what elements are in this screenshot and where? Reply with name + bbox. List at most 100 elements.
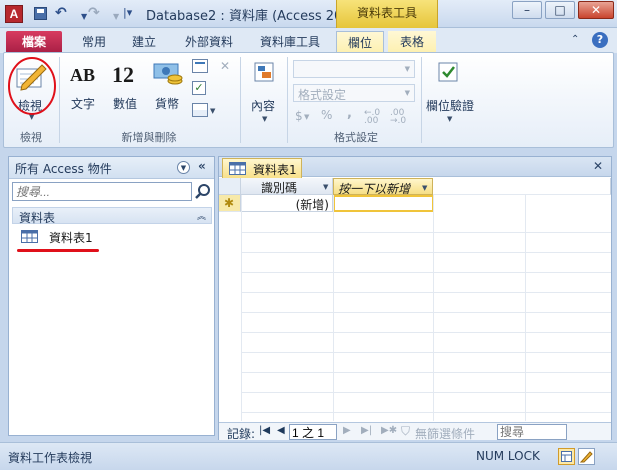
format-placeholder: 格式設定 xyxy=(298,88,347,102)
gridline xyxy=(241,372,611,373)
column-dropdown-icon[interactable]: ▼ xyxy=(323,183,328,191)
collapse-category-icon[interactable]: ︽ xyxy=(197,209,206,222)
column-header-add-new[interactable]: 按一下以新增 ▼ xyxy=(333,178,433,196)
annotation-underline xyxy=(17,249,99,252)
filter-status[interactable]: 無篩選條件 xyxy=(415,425,475,442)
redo-icon[interactable]: ↷ xyxy=(88,5,104,23)
ribbon-tabs: 檔案 常用 建立 外部資料 資料庫工具 欄位 表格 ⌃ ? xyxy=(0,28,617,53)
nav-pane-header[interactable]: 所有 Access 物件 ▼ « xyxy=(9,157,214,179)
more-fields-icon[interactable] xyxy=(192,103,208,117)
delete-field-icon[interactable]: ✕ xyxy=(220,59,230,73)
help-icon[interactable]: ? xyxy=(592,32,608,48)
field-validation-dropdown-icon: ▼ xyxy=(447,115,453,123)
tab-external-data[interactable]: 外部資料 xyxy=(176,31,242,53)
properties-dropdown-icon: ▼ xyxy=(262,115,268,123)
numlock-indicator: NUM LOCK xyxy=(476,449,540,463)
field-validation-icon xyxy=(438,62,458,82)
properties-label: 內容 xyxy=(251,99,276,113)
currency-format-dropdown-icon[interactable]: ▼ xyxy=(304,113,309,121)
nav-item-table1[interactable]: 資料表1 xyxy=(19,228,139,246)
table-icon xyxy=(229,162,246,175)
minimize-ribbon-icon[interactable]: ⌃ xyxy=(571,34,579,45)
cell-id-new[interactable]: (新增) xyxy=(241,195,333,212)
last-record-icon[interactable]: ▶| xyxy=(361,425,372,436)
filter-icon[interactable]: ⛉ xyxy=(401,424,410,439)
minimize-button[interactable]: – xyxy=(512,1,542,19)
maximize-button[interactable]: □ xyxy=(545,1,575,19)
text-field-label: 文字 xyxy=(71,97,96,111)
gridline xyxy=(241,252,611,253)
previous-record-icon[interactable]: ◀ xyxy=(277,425,285,436)
nav-item-label: 資料表1 xyxy=(49,231,93,245)
next-record-icon[interactable]: ▶ xyxy=(343,425,351,436)
record-label: 記錄: xyxy=(227,427,256,441)
search-icon[interactable] xyxy=(194,182,212,201)
more-fields-dropdown-icon[interactable]: ▼ xyxy=(210,107,215,115)
gridline xyxy=(525,195,526,421)
close-button[interactable]: ✕ xyxy=(578,1,614,19)
yes-no-field-icon[interactable]: ✓ xyxy=(192,81,206,95)
gridline xyxy=(241,312,611,313)
nav-pane-menu-icon[interactable]: ▼ xyxy=(177,161,190,174)
annotation-circle xyxy=(8,57,56,115)
column-dropdown-icon[interactable]: ▼ xyxy=(422,184,427,192)
column-header-id[interactable]: 識別碼 ▼ xyxy=(241,178,333,195)
properties-button[interactable]: 內容 ▼ xyxy=(248,59,282,123)
increase-decimals-icon[interactable]: ←.0.00 xyxy=(364,109,380,126)
access-app-icon[interactable]: A xyxy=(5,5,23,23)
undo-dropdown-icon[interactable]: ▼ xyxy=(81,12,87,21)
gridline xyxy=(241,272,611,273)
tab-table[interactable]: 表格 xyxy=(388,31,436,53)
tab-fields[interactable]: 欄位 xyxy=(336,31,384,53)
current-record-input[interactable] xyxy=(289,424,337,440)
format-dropdown-icon: ▼ xyxy=(404,89,410,97)
tab-file[interactable]: 檔案 xyxy=(6,31,62,53)
first-record-icon[interactable]: |◀ xyxy=(259,425,270,436)
datasheet-grid[interactable]: 識別碼 ▼ 按一下以新增 ▼ ✱ (新增) xyxy=(219,178,611,421)
save-icon[interactable] xyxy=(32,5,48,23)
comma-style-icon[interactable]: , xyxy=(347,106,352,121)
currency-icon xyxy=(153,63,183,85)
cell-add-new-active[interactable] xyxy=(333,195,434,212)
formatting-group-label: 格式設定 xyxy=(334,131,378,144)
gridline xyxy=(333,195,334,421)
format-select[interactable]: 格式設定 ▼ xyxy=(293,84,415,102)
decrease-decimals-icon[interactable]: .00 →.0 xyxy=(390,109,406,126)
tab-database-tools[interactable]: 資料庫工具 xyxy=(252,31,328,53)
nav-search-input[interactable] xyxy=(12,182,192,201)
number-field-button[interactable]: 12 數值 xyxy=(106,59,144,121)
undo-icon[interactable]: ↶ xyxy=(55,5,71,23)
gridline xyxy=(241,412,611,413)
customize-qat-icon[interactable]: |▾ xyxy=(123,6,132,19)
currency-format-icon[interactable]: $ xyxy=(295,109,303,123)
design-view-icon[interactable] xyxy=(578,448,595,465)
row-selector[interactable]: ✱ xyxy=(219,195,241,212)
status-bar: 資料工作表檢視 NUM LOCK xyxy=(0,442,617,470)
document-tab-label: 資料表1 xyxy=(253,163,297,177)
new-record-icon[interactable]: ▶✱ xyxy=(381,425,397,436)
currency-field-button[interactable]: 貨幣 xyxy=(148,59,188,121)
group-separator xyxy=(287,57,288,143)
close-document-icon[interactable]: ✕ xyxy=(593,159,603,173)
datasheet-view-icon[interactable] xyxy=(558,448,575,465)
navigation-pane: 所有 Access 物件 ▼ « 資料表 ︽ 資料表1 xyxy=(8,156,215,436)
percent-icon[interactable]: % xyxy=(321,108,332,122)
cell-value: (新增) xyxy=(295,198,329,212)
table-icon xyxy=(21,230,38,243)
record-search-input[interactable] xyxy=(497,424,567,440)
tab-home[interactable]: 常用 xyxy=(74,31,114,53)
data-type-select[interactable]: ▼ xyxy=(293,60,415,78)
data-type-dropdown-icon: ▼ xyxy=(404,65,410,73)
shutter-bar-collapse-icon[interactable]: « xyxy=(198,159,206,173)
select-all-corner[interactable] xyxy=(219,178,241,195)
redo-dropdown-icon[interactable]: ▼ xyxy=(113,12,119,21)
field-validation-button[interactable]: 欄位驗證 ▼ xyxy=(424,59,476,123)
document-tab-table1[interactable]: 資料表1 xyxy=(222,158,302,178)
text-field-button[interactable]: AB 文字 xyxy=(64,59,102,121)
tab-create[interactable]: 建立 xyxy=(124,31,164,53)
more-fields-date-icon[interactable] xyxy=(192,59,208,73)
nav-category-tables[interactable]: 資料表 ︽ xyxy=(12,207,212,225)
nav-pane-title: 所有 Access 物件 xyxy=(15,162,112,176)
group-separator xyxy=(59,57,60,143)
empty-header-area xyxy=(433,178,611,195)
